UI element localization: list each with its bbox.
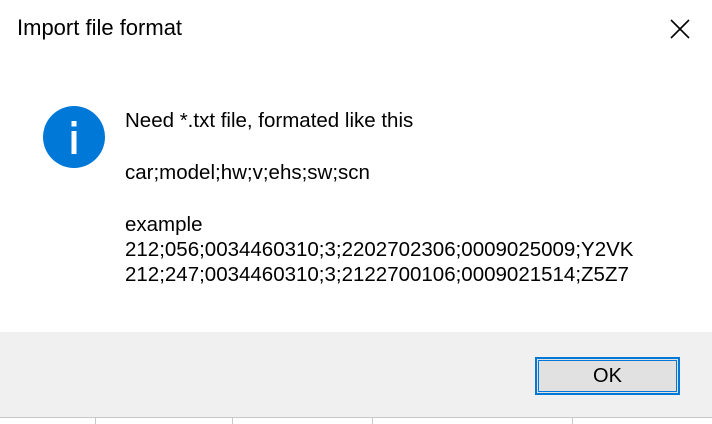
message-line: 212;056;0034460310;3;2202702306;00090250…	[125, 238, 634, 261]
title-bar: Import file format	[0, 0, 712, 58]
close-icon	[670, 19, 690, 39]
message-line: Need *.txt file, formated like this	[125, 109, 414, 132]
ok-button-label: OK	[593, 364, 622, 387]
background-strip	[0, 417, 712, 424]
ok-button[interactable]: OK	[535, 357, 680, 395]
dialog-content: Need *.txt file, formated like this car;…	[0, 58, 712, 332]
dialog-title: Import file format	[17, 15, 183, 40]
dialog-message: Need *.txt file, formated like this car;…	[125, 108, 633, 287]
message-line: example	[125, 213, 203, 236]
message-line: 212;247;0034460310;3;2122700106;00090215…	[125, 263, 629, 286]
info-icon	[43, 106, 105, 168]
close-button[interactable]	[648, 0, 712, 58]
message-line: car;model;hw;v;ehs;sw;scn	[125, 161, 370, 184]
message-dialog: Import file format Need *.txt file, form…	[0, 0, 712, 424]
dialog-footer: OK	[0, 332, 712, 417]
